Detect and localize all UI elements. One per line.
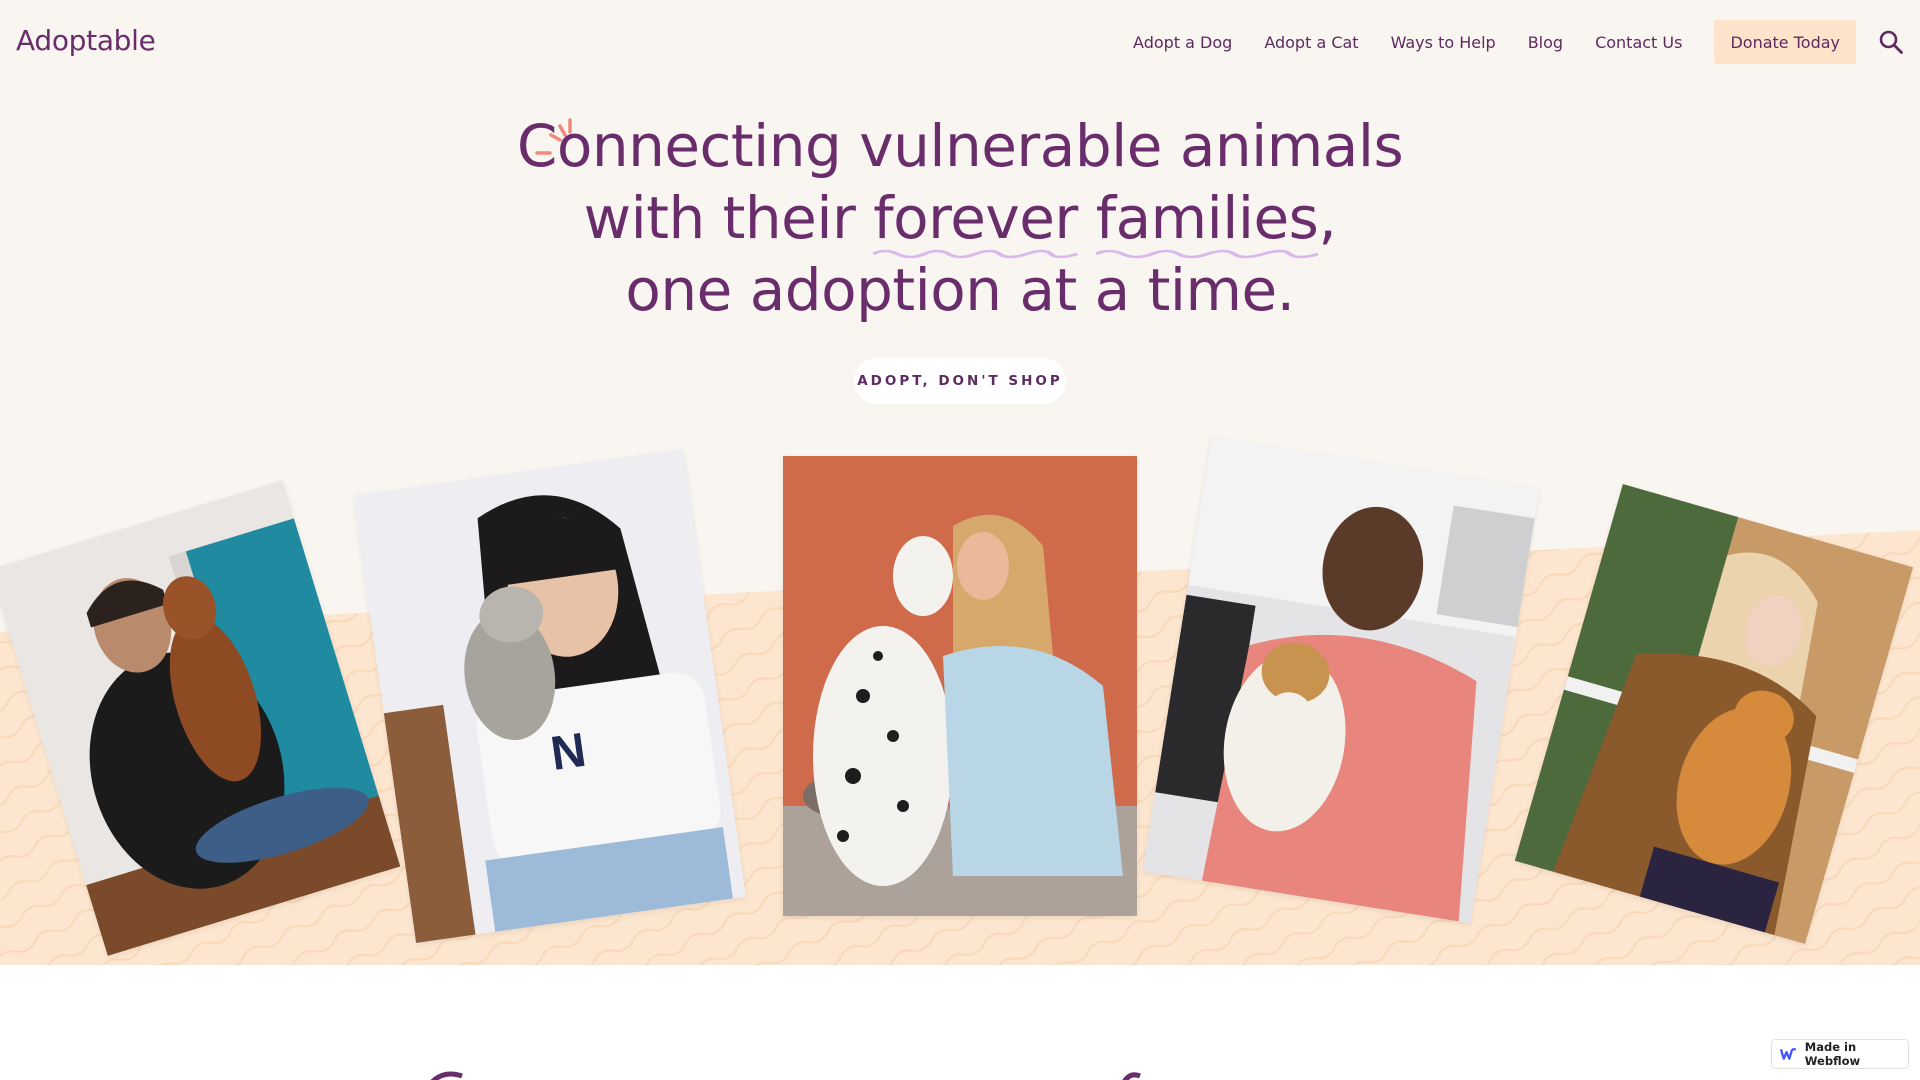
- webflow-badge-label: Made in Webflow: [1804, 1040, 1861, 1068]
- logo[interactable]: Adoptable: [16, 24, 156, 57]
- hero-line-2-start: with their: [583, 184, 874, 252]
- hero-line-2: with their forever families,: [0, 182, 1920, 259]
- hero-word-families: families: [1095, 184, 1319, 252]
- photo-woman-with-kitten: N: [353, 449, 746, 943]
- squiggle-underline: [873, 249, 1078, 259]
- hero-word-forever: forever: [873, 184, 1078, 252]
- nav-ways-to-help[interactable]: Ways to Help: [1391, 33, 1496, 52]
- donate-button[interactable]: Donate Today: [1714, 20, 1856, 64]
- next-section-heading-fragment: [1122, 1072, 1141, 1080]
- search-icon[interactable]: [1878, 29, 1904, 55]
- nav-blog[interactable]: Blog: [1528, 33, 1563, 52]
- squiggle-underline: [1095, 249, 1319, 259]
- site-header: Adoptable Adopt a Dog Adopt a Cat Ways t…: [0, 0, 1920, 84]
- hero-line-1: Connecting vulnerable animals: [516, 112, 1404, 180]
- hero-line-2-end: ,: [1318, 184, 1337, 252]
- section-divider: [0, 965, 1920, 1080]
- adopt-dont-shop-tag: ADOPT, DON'T SHOP: [854, 358, 1066, 404]
- squiggle-word-forever: forever: [873, 182, 1078, 259]
- made-in-webflow-badge[interactable]: Made in Webflow: [1771, 1039, 1909, 1069]
- nav-adopt-cat[interactable]: Adopt a Cat: [1264, 33, 1358, 52]
- hero-headline: Connecting vulnerable animals with their…: [0, 110, 1920, 326]
- next-section-heading-fragment: [430, 1071, 463, 1080]
- hero-line-3: one adoption at a time.: [625, 256, 1295, 324]
- squiggle-word-families: families: [1095, 182, 1319, 259]
- photo-woman-with-dalmatian: [783, 456, 1137, 916]
- main-nav: Adopt a Dog Adopt a Cat Ways to Help Blo…: [1133, 20, 1920, 64]
- svg-text:N: N: [548, 724, 590, 781]
- nav-contact[interactable]: Contact Us: [1595, 33, 1682, 52]
- nav-adopt-dog[interactable]: Adopt a Dog: [1133, 33, 1232, 52]
- photo-man-with-terrier: [1142, 436, 1540, 924]
- webflow-logo-icon: [1780, 1048, 1796, 1060]
